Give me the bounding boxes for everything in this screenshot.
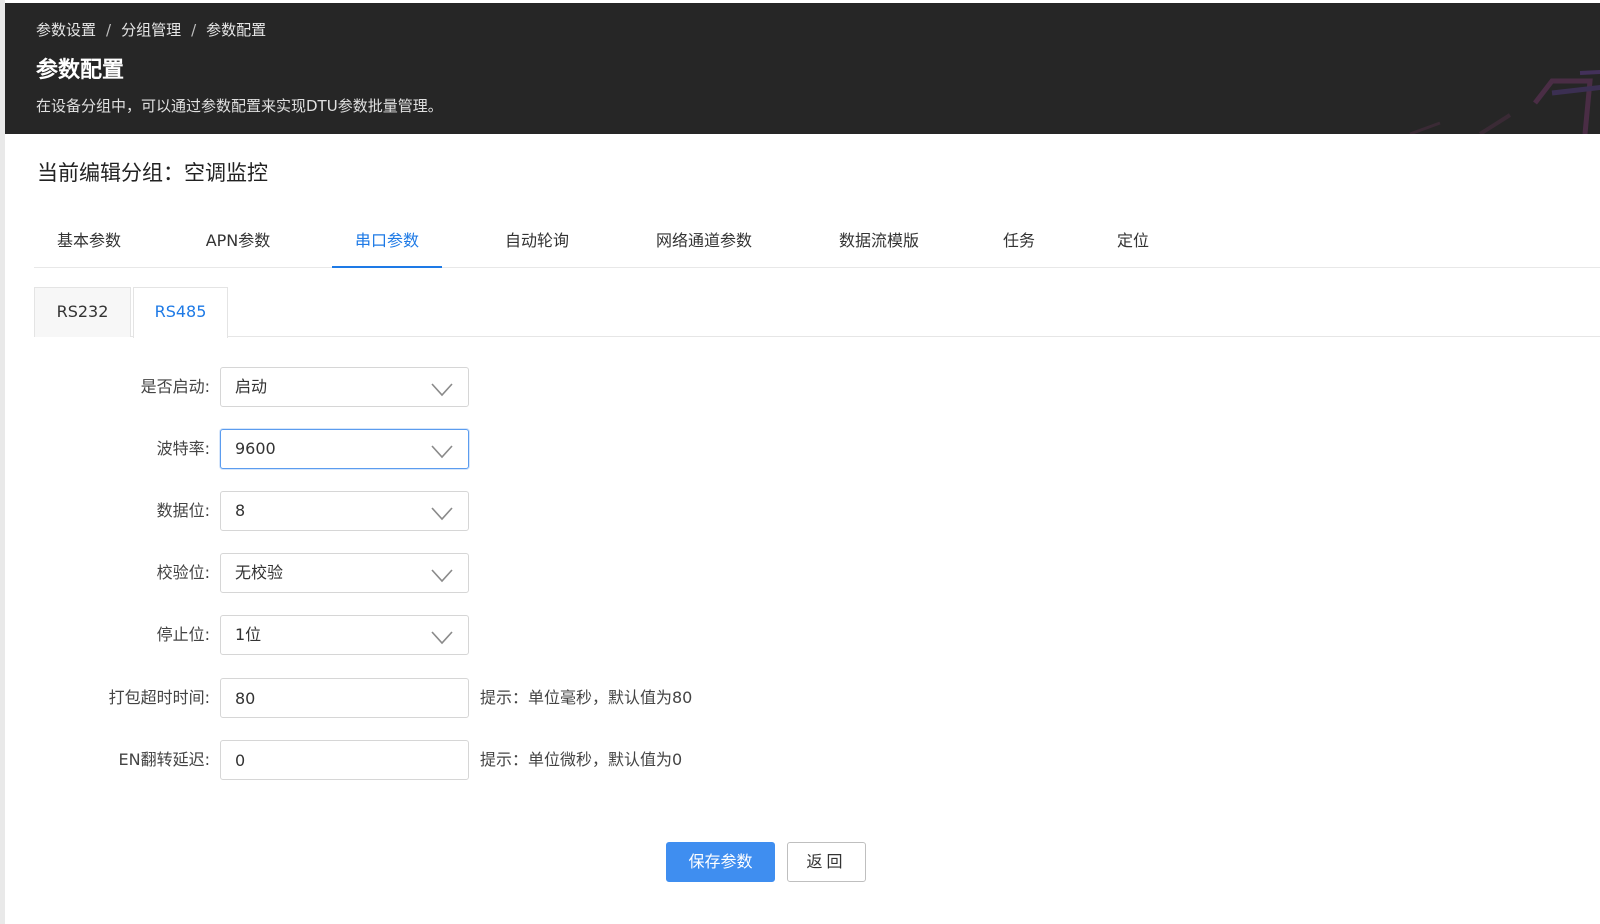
- stop-bits-select-value: 1位: [235, 625, 262, 644]
- form-row-data-bits: 数据位: 8: [0, 491, 1600, 531]
- data-bits-label: 数据位:: [156, 501, 210, 520]
- pack-timeout-label: 打包超时时间:: [108, 688, 210, 707]
- pack-timeout-input[interactable]: [220, 678, 469, 718]
- parity-label: 校验位:: [156, 563, 210, 582]
- form-row-stop-bits: 停止位: 1位: [0, 615, 1600, 655]
- chevron-down-icon: [431, 445, 453, 459]
- en-delay-hint: 提示：单位微秒，默认值为0: [480, 750, 683, 769]
- baud-rate-select[interactable]: 9600: [220, 429, 469, 469]
- chevron-down-icon: [431, 507, 453, 521]
- page-title: 参数配置: [36, 58, 125, 83]
- subtab-rs232[interactable]: RS232: [34, 287, 131, 337]
- form-row-baud-rate: 波特率: 9600: [0, 429, 1600, 469]
- form-row-pack-timeout: 打包超时时间: 提示：单位毫秒，默认值为80: [0, 678, 1600, 718]
- breadcrumb-item-group-management[interactable]: 分组管理: [121, 19, 181, 40]
- page-header: 参数设置 / 分组管理 / 参数配置 参数配置 在设备分组中，可以通过参数配置来…: [5, 3, 1600, 134]
- tab-apn-params[interactable]: APN参数: [182, 216, 294, 268]
- back-button[interactable]: 返回: [787, 842, 866, 882]
- baud-rate-label: 波特率:: [156, 439, 210, 458]
- save-params-button[interactable]: 保存参数: [666, 842, 775, 882]
- tab-network-channel-params[interactable]: 网络通道参数: [632, 216, 776, 268]
- enabled-select[interactable]: 启动: [220, 367, 469, 407]
- form-row-en-delay: EN翻转延迟: 提示：单位微秒，默认值为0: [0, 740, 1600, 780]
- tab-dataflow-template[interactable]: 数据流模版: [816, 216, 942, 268]
- current-group-title: 当前编辑分组：空调监控: [37, 161, 268, 185]
- stop-bits-label: 停止位:: [156, 625, 210, 644]
- tab-tasks[interactable]: 任务: [982, 216, 1056, 268]
- header-decoration-graphic: [1409, 69, 1600, 134]
- breadcrumb-item-settings[interactable]: 参数设置: [36, 19, 96, 40]
- enabled-select-value: 启动: [235, 377, 268, 396]
- chevron-down-icon: [431, 383, 453, 397]
- breadcrumb-separator: /: [106, 20, 112, 39]
- data-bits-select-value: 8: [235, 501, 246, 520]
- main-tab-bar: 基本参数 APN参数 串口参数 自动轮询 网络通道参数 数据流模版 任务 定位: [34, 216, 1600, 268]
- stop-bits-select[interactable]: 1位: [220, 615, 469, 655]
- baud-rate-select-value: 9600: [235, 439, 276, 458]
- parity-select[interactable]: 无校验: [220, 553, 469, 593]
- serial-port-tab-bar: RS232 RS485: [34, 287, 1600, 338]
- tab-serial-params[interactable]: 串口参数: [332, 216, 442, 268]
- breadcrumb: 参数设置 / 分组管理 / 参数配置: [36, 19, 266, 40]
- chevron-down-icon: [431, 631, 453, 645]
- form-row-enabled: 是否启动: 启动: [0, 367, 1600, 407]
- tab-auto-polling[interactable]: 自动轮询: [482, 216, 592, 268]
- tab-location[interactable]: 定位: [1096, 216, 1170, 268]
- data-bits-select[interactable]: 8: [220, 491, 469, 531]
- en-delay-input[interactable]: [220, 740, 469, 780]
- tab-basic-params[interactable]: 基本参数: [34, 216, 144, 268]
- en-delay-label: EN翻转延迟:: [118, 750, 210, 769]
- page: 参数设置 / 分组管理 / 参数配置 参数配置 在设备分组中，可以通过参数配置来…: [0, 0, 1600, 924]
- breadcrumb-item-param-config: 参数配置: [206, 21, 267, 39]
- breadcrumb-separator: /: [191, 20, 197, 39]
- chevron-down-icon: [431, 569, 453, 583]
- enabled-label: 是否启动:: [140, 377, 210, 396]
- pack-timeout-hint: 提示：单位毫秒，默认值为80: [480, 688, 693, 707]
- parity-select-value: 无校验: [235, 563, 284, 582]
- page-description: 在设备分组中，可以通过参数配置来实现DTU参数批量管理。: [36, 97, 443, 115]
- subtab-rs485[interactable]: RS485: [133, 287, 228, 338]
- form-row-parity: 校验位: 无校验: [0, 553, 1600, 593]
